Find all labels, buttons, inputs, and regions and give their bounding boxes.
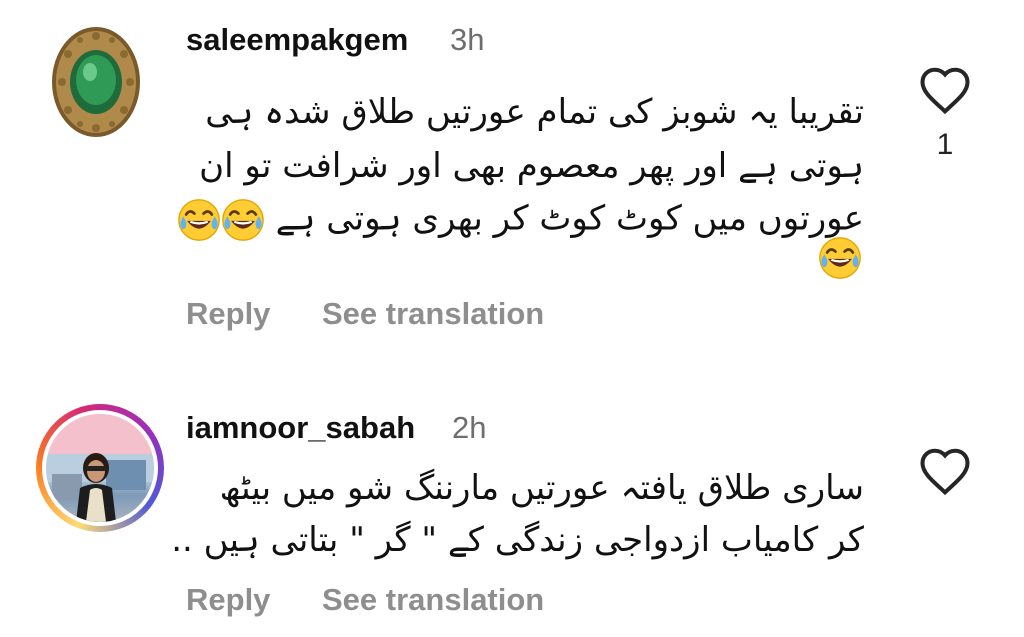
laughing-emoji-icon (221, 198, 265, 242)
heart-icon[interactable] (918, 65, 972, 115)
see-translation-button[interactable]: See translation (322, 582, 544, 618)
reply-button[interactable]: Reply (186, 582, 270, 618)
timestamp: 3h (450, 22, 485, 57)
comment-text-line: ساری طلاق یافتہ عورتیں مارننگ شو میں بیٹ… (219, 468, 864, 508)
see-translation-button[interactable]: See translation (322, 296, 544, 332)
avatar[interactable] (36, 404, 164, 532)
comment-item: iamnoor_sabah 2h ساری طلاق یافتہ عورتیں … (0, 380, 1024, 637)
laughing-emoji-icon (177, 198, 221, 242)
heart-icon[interactable] (918, 446, 972, 496)
username[interactable]: saleempakgem (186, 22, 408, 58)
reply-button[interactable]: Reply (186, 296, 270, 332)
like-count: 1 (936, 128, 954, 161)
comment-text-line: تقریبا یہ شوبز کی تمام عورتیں طلاق شدہ ہ… (205, 92, 864, 132)
avatar-photo (46, 414, 154, 522)
timestamp: 2h (452, 410, 487, 445)
comment-text-segment: عورتوں میں کوٹ کوٹ کر بھری ہوتی ہے (275, 198, 864, 239)
comment-text-line: ہوتی ہے اور پھر معصوم بھی اور شرافت تو ا… (199, 146, 864, 186)
comment-text-line: عورتوں میں کوٹ کوٹ کر بھری ہوتی ہے (177, 198, 864, 242)
comment-text-line: کر کامیاب ازدواجی زندگی کے " گر " بتاتی … (171, 520, 864, 560)
comment-item: saleempakgem 3h تقریبا یہ شوبز کی تمام ع… (0, 0, 1024, 360)
avatar[interactable] (48, 24, 144, 140)
laughing-emoji-icon (818, 236, 862, 280)
username[interactable]: iamnoor_sabah (186, 410, 415, 446)
